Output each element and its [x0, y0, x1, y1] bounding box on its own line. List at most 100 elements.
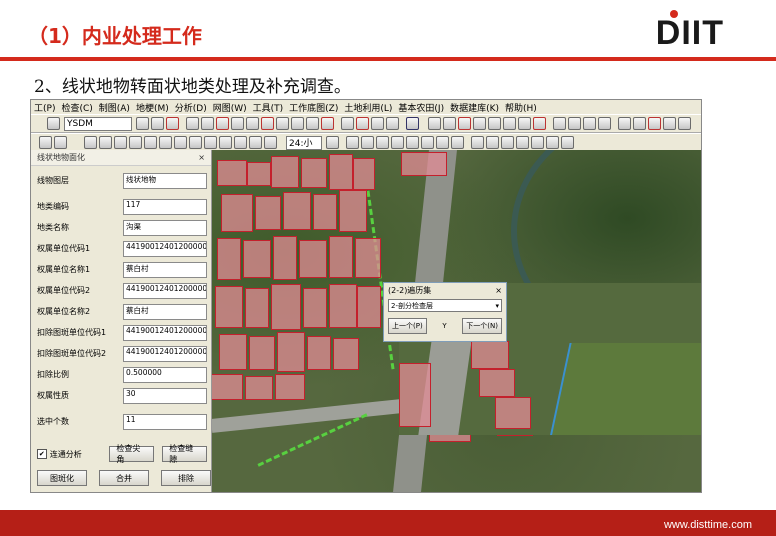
flag-icon[interactable]	[516, 136, 529, 149]
parcel[interactable]	[255, 196, 281, 230]
menu-item-tools[interactable]: 工具(T)	[250, 101, 287, 114]
edit-icon[interactable]	[151, 117, 164, 130]
move-icon[interactable]	[201, 117, 214, 130]
parcel[interactable]	[217, 160, 247, 186]
extend-icon[interactable]	[371, 117, 384, 130]
check-gap-button[interactable]: 检查缝隙	[162, 444, 208, 464]
parcel[interactable]	[219, 334, 247, 370]
print-icon[interactable]	[598, 117, 611, 130]
ellipse-icon[interactable]	[174, 136, 187, 149]
bookmark-icon[interactable]	[421, 136, 434, 149]
parcel[interactable]	[215, 286, 243, 328]
layer-combo[interactable]: YSDM	[64, 116, 132, 131]
parcel[interactable]	[211, 374, 243, 400]
arrow-icon[interactable]	[406, 117, 419, 130]
rectangle-icon[interactable]	[144, 136, 157, 149]
merge-button[interactable]: 合并	[99, 470, 149, 486]
menu-item-analysis[interactable]: 分析(D)	[172, 101, 210, 114]
hand-icon[interactable]	[451, 136, 464, 149]
parcel[interactable]	[357, 286, 381, 328]
parcel[interactable]	[275, 374, 305, 400]
menu-item-landuse[interactable]: 土地利用(L)	[341, 101, 395, 114]
find-icon[interactable]	[406, 136, 419, 149]
parcel[interactable]	[307, 336, 331, 370]
parcel[interactable]	[283, 192, 311, 230]
parcel[interactable]	[333, 338, 359, 370]
polygonize-button[interactable]: 图斑化	[37, 470, 87, 486]
merge-icon[interactable]	[246, 117, 259, 130]
line-icon[interactable]	[341, 117, 354, 130]
next-button[interactable]: 下一个(N)	[462, 318, 502, 334]
parcel[interactable]	[299, 240, 327, 278]
field-value[interactable]: 4419001240120000000	[123, 282, 207, 299]
menu-item-check[interactable]: 检查(C)	[58, 101, 95, 114]
cut-icon[interactable]	[321, 117, 334, 130]
link-icon[interactable]	[531, 136, 544, 149]
node-icon[interactable]	[216, 117, 229, 130]
inset-parcel[interactable]	[399, 363, 431, 427]
trim-icon[interactable]	[356, 117, 369, 130]
inset-parcel[interactable]	[495, 397, 531, 429]
menu-item-farmland[interactable]: 基本农田(J)	[395, 101, 447, 114]
menu-item-mapping[interactable]: 制图(A)	[96, 101, 133, 114]
parcel[interactable]	[271, 156, 299, 188]
parcel[interactable]	[249, 336, 275, 370]
menu-item-help[interactable]: 帮助(H)	[502, 101, 540, 114]
info-icon[interactable]	[471, 136, 484, 149]
circle-icon[interactable]	[159, 136, 172, 149]
parcel[interactable]	[329, 236, 353, 278]
attribute-icon[interactable]	[553, 117, 566, 130]
field-value[interactable]: 蔡白村	[123, 303, 207, 320]
grid-icon[interactable]	[234, 136, 247, 149]
field-value[interactable]: 30	[123, 387, 207, 404]
connectivity-checkbox[interactable]: ✔	[37, 449, 47, 459]
check-layer-select[interactable]: 2-剖分检查层 ▾	[388, 299, 502, 312]
zoom-full-icon[interactable]	[376, 136, 389, 149]
chart-icon[interactable]	[326, 136, 339, 149]
parcel[interactable]	[247, 162, 271, 186]
parcel[interactable]	[273, 236, 297, 280]
menu-item-parcel[interactable]: 地梗(M)	[133, 101, 172, 114]
lock-icon[interactable]	[47, 117, 60, 130]
erase-icon[interactable]	[473, 117, 486, 130]
check-angle-button[interactable]: 检查尖角	[109, 444, 155, 464]
clock-icon[interactable]	[546, 136, 559, 149]
scale-combo[interactable]: 24:小	[286, 135, 322, 150]
parcel[interactable]	[313, 194, 337, 230]
dissolve-icon[interactable]	[503, 117, 516, 130]
hatch-icon[interactable]	[249, 136, 262, 149]
parcel[interactable]	[329, 284, 357, 328]
zoom-out-icon[interactable]	[361, 136, 374, 149]
refresh-icon[interactable]	[436, 136, 449, 149]
close-icon[interactable]: ×	[198, 153, 205, 162]
layer-icon[interactable]	[306, 117, 319, 130]
parcel[interactable]	[245, 288, 269, 328]
menu-item[interactable]: 工(P)	[31, 101, 58, 114]
overlay-icon[interactable]	[428, 117, 441, 130]
inset-parcel[interactable]	[479, 369, 515, 397]
settings-icon[interactable]	[486, 136, 499, 149]
copy-icon[interactable]	[276, 117, 289, 130]
table-icon[interactable]	[568, 117, 581, 130]
align-icon[interactable]	[678, 117, 691, 130]
intersect-icon[interactable]	[458, 117, 471, 130]
buffer-icon[interactable]	[518, 117, 531, 130]
undo-icon[interactable]	[136, 117, 149, 130]
select-icon[interactable]	[186, 117, 199, 130]
point-icon[interactable]	[99, 136, 112, 149]
rotate-icon[interactable]	[291, 117, 304, 130]
snap-icon[interactable]	[386, 117, 399, 130]
field-value[interactable]: 4419001240120000000	[123, 345, 207, 362]
field-value[interactable]: 11	[123, 413, 207, 430]
parcel[interactable]	[303, 288, 327, 328]
report-icon[interactable]	[583, 117, 596, 130]
parcel[interactable]	[339, 190, 367, 232]
parcel[interactable]	[277, 332, 305, 372]
footer-url[interactable]: www.disttime.com	[664, 519, 752, 531]
field-value[interactable]: 4419001240120000000	[123, 324, 207, 341]
menu-item-database[interactable]: 数据建库(K)	[447, 101, 502, 114]
pan-icon[interactable]	[84, 136, 97, 149]
split-icon[interactable]	[231, 117, 244, 130]
parcel[interactable]	[353, 158, 375, 190]
flip-icon[interactable]	[633, 117, 646, 130]
